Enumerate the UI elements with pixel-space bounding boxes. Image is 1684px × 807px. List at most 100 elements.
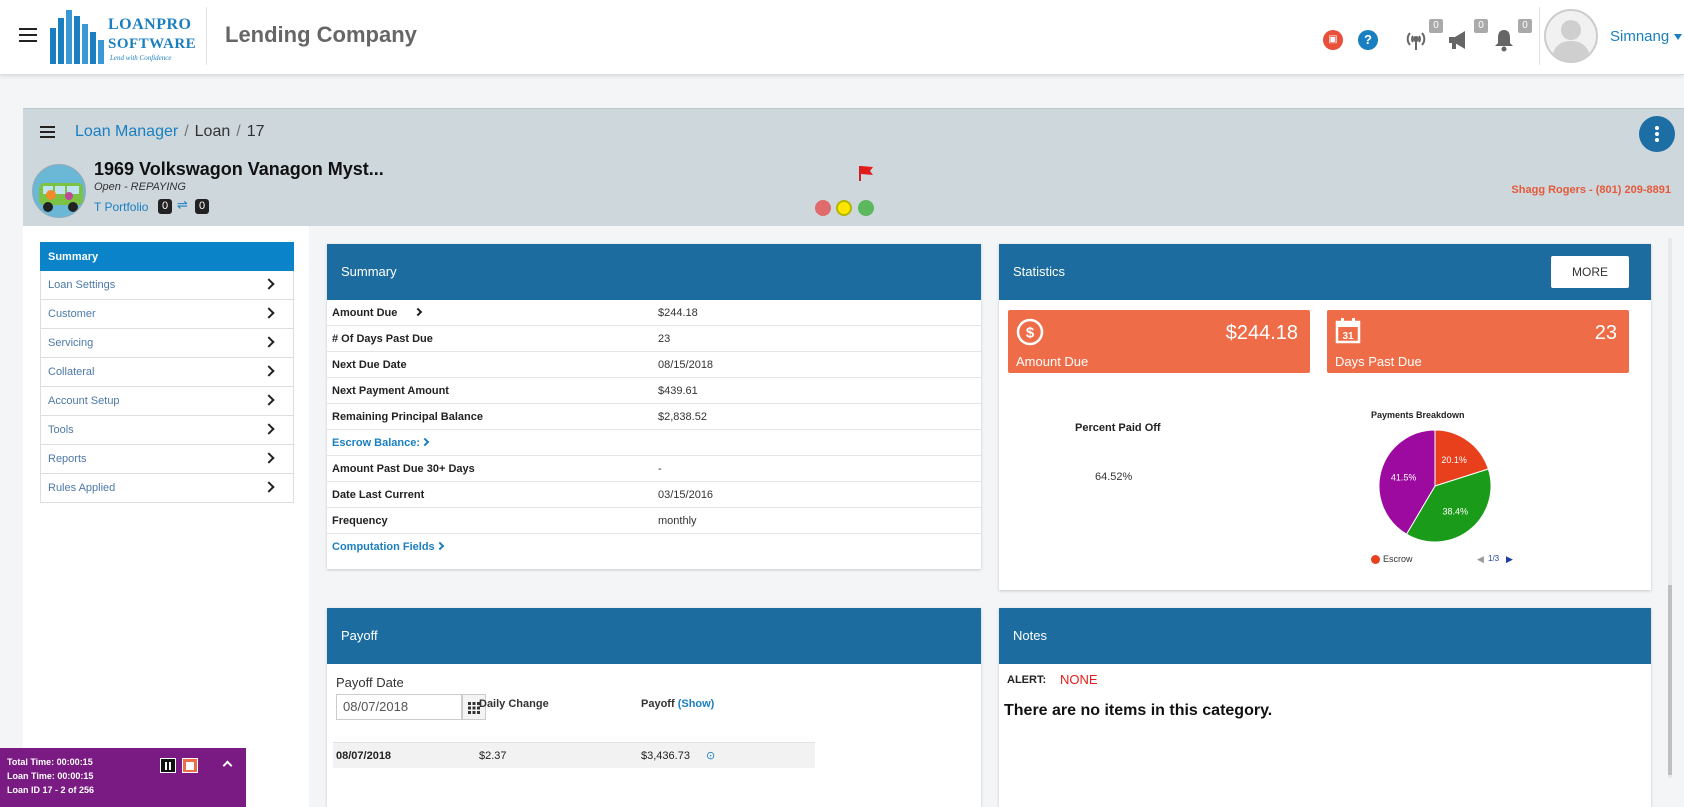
sidebar-item-collateral[interactable]: Collateral bbox=[40, 358, 294, 387]
payoff-row-date: 08/07/2018 bbox=[336, 750, 392, 762]
more-options-button[interactable] bbox=[1639, 116, 1675, 152]
row-label: Date Last Current bbox=[332, 489, 425, 501]
username-dropdown[interactable]: Simnang bbox=[1610, 28, 1669, 45]
sidebar-item-loan-settings[interactable]: Loan Settings bbox=[40, 271, 294, 300]
primary-customer-contact[interactable]: Shagg Rogers - (801) 209-8891 bbox=[1511, 184, 1671, 196]
pie-slice-label-2: 41.5% bbox=[1391, 472, 1417, 482]
row-label: Next Due Date bbox=[332, 359, 407, 371]
announcement-badge: 0 bbox=[1474, 19, 1488, 33]
chevron-right-icon bbox=[263, 394, 275, 406]
amount-due-value: $244.18 bbox=[1225, 322, 1298, 344]
flag-icon[interactable] bbox=[857, 164, 875, 182]
payoff-date-label: Payoff Date bbox=[336, 675, 404, 690]
help-icon[interactable]: ? bbox=[1358, 30, 1378, 50]
status-light-green[interactable] bbox=[858, 200, 874, 216]
row-label: Remaining Principal Balance bbox=[332, 411, 483, 423]
chevron-right-icon[interactable] bbox=[414, 307, 423, 317]
summary-row-escrow-balance: Escrow Balance: bbox=[327, 430, 981, 456]
sidebar-item-rules-applied[interactable]: Rules Applied bbox=[40, 474, 294, 503]
row-label: Computation Fields bbox=[332, 541, 435, 553]
computation-fields-link[interactable]: Computation Fields bbox=[332, 534, 444, 560]
amount-due-card: $ $244.18 Amount Due bbox=[1008, 310, 1310, 373]
status-light-yellow[interactable] bbox=[836, 200, 852, 216]
pause-button[interactable] bbox=[160, 758, 176, 773]
status-light-red[interactable] bbox=[815, 200, 831, 216]
logo-bars-icon bbox=[50, 10, 104, 64]
calendar-icon: 31 bbox=[1335, 318, 1361, 344]
breadcrumb-loan-manager[interactable]: Loan Manager bbox=[75, 123, 178, 140]
company-logo[interactable]: LOANPRO SOFTWARE Lend with Confidence bbox=[50, 6, 200, 64]
portfolio-link[interactable]: T Portfolio bbox=[94, 200, 148, 214]
summary-row-remaining-principal: Remaining Principal Balance $2,838.52 bbox=[327, 404, 981, 430]
dollar-circle-icon: $ bbox=[1016, 318, 1044, 346]
stop-button[interactable] bbox=[182, 758, 198, 773]
legend-prev-icon[interactable]: ◀ bbox=[1477, 554, 1484, 565]
pie-slice-label-0: 20.1% bbox=[1441, 455, 1467, 465]
summary-row-days-past-due: # Of Days Past Due 23 bbox=[327, 326, 981, 352]
portfolio-count: 0 bbox=[158, 199, 172, 214]
notes-empty-message: There are no items in this category. bbox=[1004, 702, 1273, 719]
summary-row-next-payment-amount: Next Payment Amount $439.61 bbox=[327, 378, 981, 404]
megaphone-icon[interactable] bbox=[1447, 29, 1471, 51]
summary-row-computation-fields: Computation Fields bbox=[327, 534, 981, 560]
loan-header: Loan Manager / Loan/17 1969 Volkswagon Van… bbox=[23, 108, 1684, 226]
sidebar-item-reports[interactable]: Reports bbox=[40, 445, 294, 474]
alert-value: NONE bbox=[1060, 672, 1098, 687]
chevron-right-icon bbox=[263, 365, 275, 377]
row-value: 23 bbox=[658, 333, 671, 345]
statistics-panel: Statistics MORE $ $244.18 Amount Due 31 … bbox=[999, 244, 1651, 590]
row-label: Frequency bbox=[332, 515, 388, 527]
summary-panel: Summary Amount Due $244.18 # Of Days Past… bbox=[327, 244, 981, 569]
payoff-info-icon[interactable]: ⊙ bbox=[706, 743, 715, 769]
row-value: $439.61 bbox=[658, 385, 698, 397]
chevron-right-icon bbox=[420, 437, 430, 447]
list-icon[interactable] bbox=[40, 126, 55, 138]
row-label: # Of Days Past Due bbox=[332, 333, 433, 345]
avatar[interactable] bbox=[1544, 9, 1598, 63]
contact-card-icon[interactable]: ▣ bbox=[1323, 30, 1343, 50]
payoff-date-input[interactable]: 08/07/2018 bbox=[336, 694, 462, 720]
legend-next-icon[interactable]: ▶ bbox=[1506, 554, 1513, 565]
summary-row-frequency: Frequency monthly bbox=[327, 508, 981, 534]
scrollbar-thumb[interactable] bbox=[1668, 585, 1672, 775]
sidebar-item-label: Summary bbox=[48, 251, 99, 263]
payoff-row-amount: $3,436.73 bbox=[641, 750, 690, 762]
days-past-due-label: Days Past Due bbox=[1335, 354, 1422, 369]
logo-text-line2: SOFTWARE bbox=[108, 36, 197, 52]
chevron-right-icon bbox=[263, 278, 275, 290]
sidebar-item-summary[interactable]: Summary bbox=[40, 242, 294, 271]
notes-panel-title: Notes bbox=[999, 608, 1651, 664]
user-silhouette-icon bbox=[1551, 20, 1591, 61]
chevron-up-icon[interactable] bbox=[222, 760, 233, 771]
bell-icon[interactable] bbox=[1493, 28, 1515, 52]
payments-breakdown-pie-chart[interactable]: 20.1% 38.4% 41.5% bbox=[1377, 428, 1493, 544]
loan-id-counter: Loan ID 17 - 2 of 256 bbox=[7, 785, 95, 795]
days-past-due-value: 23 bbox=[1594, 322, 1617, 344]
sidebar-item-tools[interactable]: Tools bbox=[40, 416, 294, 445]
sidebar-item-account-setup[interactable]: Account Setup bbox=[40, 387, 294, 416]
show-payoff-link[interactable]: (Show) bbox=[678, 698, 715, 710]
escrow-balance-link[interactable]: Escrow Balance: bbox=[332, 430, 430, 456]
payoff-panel: Payoff Payoff Date 08/07/2018 Daily Chan… bbox=[327, 608, 981, 807]
legend-escrow[interactable]: Escrow bbox=[1383, 554, 1413, 564]
sidebar-item-customer[interactable]: Customer bbox=[40, 300, 294, 329]
payoff-table-row: 08/07/2018 $2.37 $3,436.73 ⊙ bbox=[333, 742, 815, 768]
row-label: Next Payment Amount bbox=[332, 385, 449, 397]
more-button[interactable]: MORE bbox=[1551, 256, 1629, 288]
loan-status: Open - REPAYING bbox=[94, 181, 186, 193]
payoff-panel-title: Payoff bbox=[327, 608, 981, 664]
hamburger-menu-icon[interactable] bbox=[19, 28, 37, 42]
sidebar-item-label: Servicing bbox=[48, 337, 94, 349]
collateral-vehicle-image bbox=[32, 164, 86, 218]
notification-badge: 0 bbox=[1518, 19, 1532, 33]
top-header: LOANPRO SOFTWARE Lend with Confidence Le… bbox=[0, 0, 1684, 75]
chevron-down-icon[interactable] bbox=[1674, 34, 1682, 40]
svg-text:31: 31 bbox=[1342, 331, 1354, 342]
payoff-header-label: Payoff bbox=[641, 698, 675, 710]
broadcast-icon[interactable] bbox=[1404, 28, 1428, 52]
daily-change-header: Daily Change bbox=[479, 698, 549, 710]
sidebar-item-servicing[interactable]: Servicing bbox=[40, 329, 294, 358]
percent-paid-off-value: 64.52% bbox=[1095, 471, 1133, 483]
payoff-row-daily-change: $2.37 bbox=[479, 750, 507, 762]
payoff-header: Payoff (Show) bbox=[641, 698, 714, 710]
